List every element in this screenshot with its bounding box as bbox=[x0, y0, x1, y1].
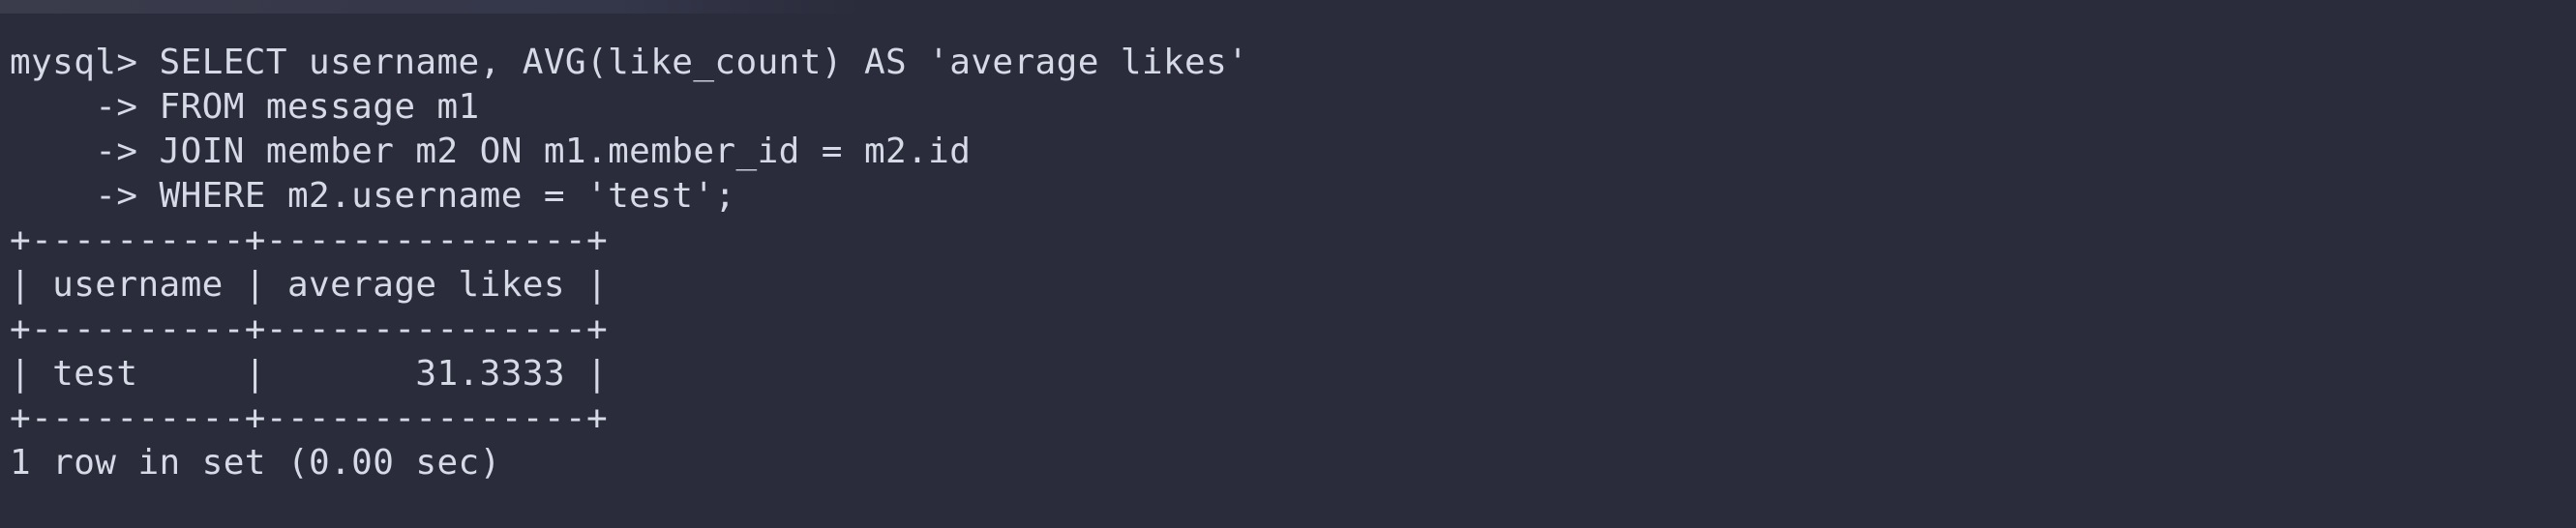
result-table-row: | test | 31.3333 | bbox=[10, 354, 609, 394]
result-table-border: +----------+---------------+ bbox=[10, 309, 609, 349]
terminal-output: mysql> SELECT username, AVG(like_count) … bbox=[10, 41, 1248, 485]
result-table-border: +----------+---------------+ bbox=[10, 220, 609, 260]
sql-continuation-line: -> FROM message m1 bbox=[10, 87, 480, 127]
sql-continuation-line: -> WHERE m2.username = 'test'; bbox=[10, 176, 736, 216]
result-status-line: 1 row in set (0.00 sec) bbox=[10, 443, 501, 483]
sql-prompt-line: mysql> SELECT username, AVG(like_count) … bbox=[10, 43, 1249, 82]
result-table-header: | username | average likes | bbox=[10, 265, 609, 305]
terminal-window[interactable]: mysql> SELECT username, AVG(like_count) … bbox=[0, 0, 2576, 528]
sql-continuation-line: -> JOIN member m2 ON m1.member_id = m2.i… bbox=[10, 132, 972, 171]
result-table-border: +----------+---------------+ bbox=[10, 398, 609, 438]
title-strip bbox=[0, 0, 871, 14]
